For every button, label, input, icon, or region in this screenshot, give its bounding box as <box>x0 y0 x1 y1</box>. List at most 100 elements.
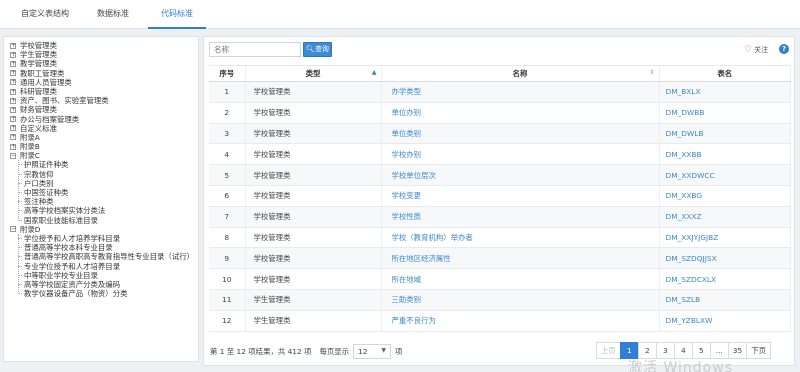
row-name-link[interactable]: 学校单位层次 <box>381 164 660 186</box>
tree-child-item[interactable]: 教学仪器设备产品（物资）分类 <box>10 289 194 298</box>
table-row[interactable]: 6 学校管理类 学校变更 DM_XXBG <box>209 185 791 207</box>
tree-item[interactable]: + 学校管理类 <box>10 41 194 50</box>
tree-child-item[interactable]: 中国签证种类 <box>10 188 194 197</box>
row-name-link[interactable]: 所在地域 <box>381 268 660 290</box>
table-row[interactable]: 9 学校管理类 所在地区经济属性 DM_SZDQJJSX <box>209 247 791 270</box>
row-name-link[interactable]: 三助类别 <box>381 289 660 311</box>
table-row[interactable]: 5 学校管理类 学校单位层次 DM_XXDWCC <box>209 164 791 186</box>
expand-icon[interactable]: + <box>10 79 16 86</box>
row-table-name-link[interactable]: DM_DWLB <box>659 123 791 145</box>
tree-item-appendix-d[interactable]: − 附录D <box>10 225 194 234</box>
expand-icon[interactable]: + <box>10 125 16 132</box>
expand-icon[interactable]: + <box>10 134 16 141</box>
table-row[interactable]: 12 学生管理类 严重不良行为 DM_YZBLXW <box>209 310 791 332</box>
expand-icon[interactable]: + <box>10 97 16 104</box>
tree-child-item[interactable]: 高等学校档案实体分类法 <box>10 206 194 215</box>
tree-item[interactable]: + 学生管理类 <box>10 50 194 59</box>
row-name-link[interactable]: 单位类别 <box>381 123 660 145</box>
table-row[interactable]: 2 学校管理类 单位办别 DM_DWBB <box>209 102 791 124</box>
collapse-icon[interactable]: − <box>10 226 16 233</box>
row-table-name-link[interactable]: DM_XXBB <box>659 143 791 166</box>
row-table-name-link[interactable]: DM_XXBG <box>659 185 791 207</box>
search-button[interactable]: 🔍︎查询 <box>303 42 332 57</box>
help-icon[interactable]: ? <box>779 44 789 54</box>
tree-child-item[interactable]: 宗教信仰 <box>10 170 194 179</box>
row-name-link[interactable]: 严重不良行为 <box>381 310 660 332</box>
row-number: 9 <box>209 247 246 270</box>
row-table-name-link[interactable]: DM_DWBB <box>659 102 791 124</box>
row-type: 学生管理类 <box>245 310 382 332</box>
tree-child-item[interactable]: 户口类别 <box>10 179 194 188</box>
search-input[interactable] <box>209 42 301 57</box>
next-page-button[interactable]: 下页 <box>746 342 771 359</box>
tree-item[interactable]: + 教学管理类 <box>10 59 194 68</box>
header-name[interactable]: 名称 ⇕ <box>381 65 660 82</box>
expand-icon[interactable]: + <box>10 60 16 67</box>
follow-label: 关注 <box>754 46 769 54</box>
expand-icon[interactable]: + <box>10 116 16 123</box>
header-table-name[interactable]: 表名 <box>659 65 791 82</box>
tree-child-item[interactable]: 学位授予和人才培养学科目录 <box>10 234 194 243</box>
row-table-name-link[interactable]: DM_XXJYJGJBZ <box>659 227 791 249</box>
tree-item[interactable]: + 教职工管理类 <box>10 69 194 78</box>
tree-child-item[interactable]: 中等职业学校专业目录 <box>10 271 194 280</box>
tree-child-item[interactable]: 签注种类 <box>10 197 194 206</box>
row-name-link[interactable]: 所在地区经济属性 <box>381 247 660 270</box>
tree-child-item[interactable]: 国家职业技能标准目录 <box>10 216 194 225</box>
tree-item[interactable]: + 资产、图书、实验室管理类 <box>10 96 194 105</box>
row-table-name-link[interactable]: DM_SZDQJJSX <box>659 247 791 270</box>
table-row[interactable]: 11 学生管理类 三助类别 DM_SZLB <box>209 289 791 311</box>
tab-code-standard[interactable]: 代码标准 <box>148 0 206 29</box>
category-tree: + 学校管理类 + 学生管理类 + 教学管理类 + 教职工管理类 + 通用人员管理类 + 科研管理类 +… <box>10 41 194 298</box>
tab-data-standard[interactable]: 数据标准 <box>85 0 141 29</box>
collapse-icon[interactable]: − <box>10 152 16 159</box>
table-row[interactable]: 8 学校管理类 学校（教育机构）举办者 DM_XXJYJGJBZ <box>209 227 791 249</box>
tree-item[interactable]: + 科研管理类 <box>10 87 194 96</box>
tab-custom-table-structure[interactable]: 自定义表结构 <box>12 0 78 29</box>
tree-child-item[interactable]: 普通高等学校本科专业目录 <box>10 243 194 252</box>
row-table-name-link[interactable]: DM_BXLX <box>659 81 791 103</box>
expand-icon[interactable]: + <box>10 106 16 113</box>
row-number: 3 <box>209 123 246 145</box>
table-row[interactable]: 10 学校管理类 所在地域 DM_SZDCXLX <box>209 268 791 290</box>
expand-icon[interactable]: + <box>10 88 16 95</box>
per-page-value: 12 <box>358 347 368 356</box>
expand-icon[interactable]: + <box>10 70 16 77</box>
table-row[interactable]: 4 学校管理类 学校办别 DM_XXBB <box>209 143 791 166</box>
table-row[interactable]: 3 学校管理类 单位类别 DM_DWLB <box>209 123 791 145</box>
expand-icon[interactable]: + <box>10 143 16 150</box>
row-name-link[interactable]: 办学类型 <box>381 81 660 103</box>
tree-item[interactable]: + 办公与档案管理类 <box>10 115 194 124</box>
tree-item[interactable]: + 通用人员管理类 <box>10 78 194 87</box>
table-row[interactable]: 1 学校管理类 办学类型 DM_BXLX <box>209 81 791 103</box>
row-table-name-link[interactable]: DM_SZDCXLX <box>659 268 791 290</box>
per-page-select[interactable]: 12 ▼ <box>353 344 392 359</box>
expand-icon[interactable]: + <box>10 42 16 49</box>
tree-child-item[interactable]: 护照证件种类 <box>10 160 194 169</box>
tree-item[interactable]: + 自定义标准 <box>10 124 194 133</box>
code-standard-panel: 🔍︎查询 ♡ 关注 ? 序号 类型▲ 名称⇕ 表名 1学校管理类办学类型DM_B… <box>203 36 795 366</box>
row-name-link[interactable]: 学校办别 <box>381 143 660 166</box>
header-type[interactable]: 类型 ▲ <box>245 65 382 82</box>
follow-button[interactable]: ♡ 关注 <box>744 45 768 55</box>
tree-item[interactable]: + 财务管理类 <box>10 105 194 114</box>
prev-page-button[interactable]: 上页 <box>596 342 621 359</box>
row-table-name-link[interactable]: DM_XXXZ <box>659 206 791 228</box>
tree-item[interactable]: + 附录B <box>10 142 194 151</box>
tree-child-item[interactable]: 专业学位授予和人才培养目录 <box>10 262 194 271</box>
tree-item-appendix-c[interactable]: − 附录C <box>10 151 194 160</box>
tree-item-label: 附录A <box>20 132 40 142</box>
expand-icon[interactable]: + <box>10 51 16 58</box>
row-table-name-link[interactable]: DM_SZLB <box>659 289 791 311</box>
row-table-name-link[interactable]: DM_YZBLXW <box>659 310 791 332</box>
tree-child-item[interactable]: 普通高等学校高职高专教育指导性专业目录（试行） <box>10 252 194 261</box>
table-row[interactable]: 7 学校管理类 学校性质 DM_XXXZ <box>209 206 791 228</box>
tree-item[interactable]: + 附录A <box>10 133 194 142</box>
row-name-link[interactable]: 学校变更 <box>381 185 660 207</box>
row-name-link[interactable]: 学校（教育机构）举办者 <box>381 227 660 249</box>
tree-child-item[interactable]: 高等学校固定资产分类及编码 <box>10 280 194 289</box>
row-table-name-link[interactable]: DM_XXDWCC <box>659 164 791 186</box>
row-name-link[interactable]: 学校性质 <box>381 206 660 228</box>
row-name-link[interactable]: 单位办别 <box>381 102 660 124</box>
header-no[interactable]: 序号 <box>209 65 246 82</box>
